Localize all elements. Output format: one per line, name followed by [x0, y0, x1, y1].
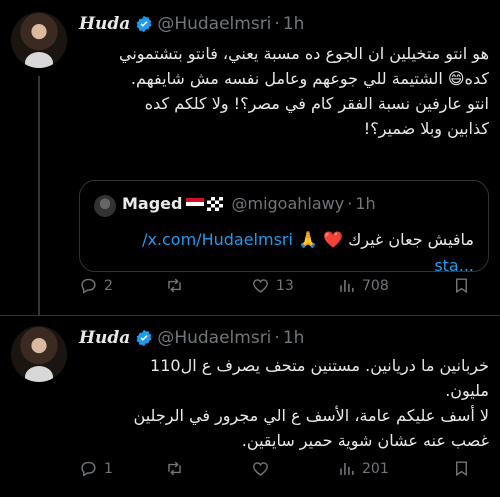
reply-count: 1: [104, 460, 113, 477]
reply-icon: [81, 461, 96, 477]
like-count: 13: [276, 277, 294, 294]
views-icon: [340, 279, 354, 292]
author-handle[interactable]: @Hudaelmsri: [157, 328, 271, 348]
timestamp[interactable]: 1h: [283, 328, 305, 348]
tweet-header: Huda @Hudaelmsri · 1h: [79, 328, 304, 348]
separator-dot: ·: [347, 194, 353, 213]
like-button[interactable]: 13: [251, 276, 337, 295]
text-line: هو انتو متخيلين ان الجوع ده مسبة يعني، ف…: [119, 44, 489, 63]
tweet-text: هو انتو متخيلين ان الجوع ده مسبة يعني، ف…: [79, 41, 489, 141]
timestamp[interactable]: 1h: [283, 14, 305, 34]
views-count: 708: [362, 277, 389, 294]
thread-line: [38, 76, 40, 316]
tweet[interactable]: Huda @Hudaelmsri · 1h خربانين ما دريانين…: [0, 315, 500, 497]
like-icon: [253, 462, 268, 476]
reply-icon: [81, 278, 96, 294]
retweet-icon: [168, 278, 181, 293]
bookmark-icon: [456, 461, 467, 477]
reply-count: 2: [104, 277, 113, 294]
text-line: كده😄 الشتيمة للي جوعهم وعامل نفسه مش شاي…: [130, 69, 489, 88]
avatar[interactable]: [11, 12, 67, 68]
retweet-icon: [168, 461, 181, 476]
quote-author-handle[interactable]: @migoahlawy: [231, 194, 344, 213]
verified-icon: [136, 329, 152, 347]
text-line: كذابين وبلا ضمير؟!: [363, 119, 489, 138]
action-bar: 2 13 708: [79, 276, 489, 295]
views-button[interactable]: 201: [337, 459, 423, 478]
text-line: انتو عارفين نسبة الفقر كام في مصر؟! ولا …: [144, 94, 489, 113]
views-count: 201: [362, 460, 389, 477]
bookmark-button[interactable]: [452, 459, 477, 478]
quoted-tweet[interactable]: Maged @migoahlawy · 1h مافيش جعان غيرك ❤…: [79, 180, 489, 275]
separator-dot: ·: [274, 328, 280, 348]
avatar[interactable]: [11, 326, 67, 382]
quote-emoji: ❤️ 🙏: [298, 230, 343, 249]
reply-button[interactable]: 1: [79, 459, 165, 478]
text-line: مليون.: [445, 381, 489, 400]
quote-timestamp[interactable]: 1h: [355, 194, 375, 213]
quote-text: مافيش جعان غيرك ❤️ 🙏 x.com/Hudaelmsri/ .…: [94, 227, 474, 279]
action-bar: 1 201: [79, 459, 489, 478]
bookmark-button[interactable]: [452, 276, 477, 295]
quote-avatar[interactable]: [94, 195, 116, 217]
author-name[interactable]: Huda: [79, 14, 130, 34]
quote-header: Maged @migoahlawy · 1h: [122, 194, 376, 213]
text-line: غصب عنه عشان شوية حمير سايقين.: [241, 431, 489, 450]
quote-body: مافيش جعان غيرك: [348, 230, 474, 249]
quote-link[interactable]: x.com/Hudaelmsri/: [142, 230, 293, 249]
quote-author-name[interactable]: Maged: [122, 194, 182, 213]
like-icon: [253, 279, 268, 293]
tweet-text: خربانين ما دريانين. مستنين متحف يصرف ع ا…: [79, 353, 489, 453]
views-icon: [340, 462, 354, 475]
text-line: خربانين ما دريانين. مستنين متحف يصرف ع ا…: [150, 356, 489, 375]
retweet-button[interactable]: [165, 459, 251, 478]
quote-link-tail[interactable]: ...sta: [434, 256, 474, 275]
retweet-button[interactable]: [165, 276, 251, 295]
checkered-flag-icon: [207, 196, 224, 211]
tweet-header: Huda @Hudaelmsri · 1h: [79, 14, 304, 34]
author-name[interactable]: Huda: [79, 328, 130, 348]
author-handle[interactable]: @Hudaelmsri: [157, 14, 271, 34]
separator-dot: ·: [274, 14, 280, 34]
bookmark-icon: [456, 278, 467, 294]
verified-icon: [136, 15, 152, 33]
like-button[interactable]: [251, 459, 337, 478]
views-button[interactable]: 708: [337, 276, 423, 295]
reply-button[interactable]: 2: [79, 276, 165, 295]
tweet[interactable]: Huda @Hudaelmsri · 1h هو انتو متخيلين ان…: [0, 0, 500, 316]
text-line: لا أسف عليكم عامة، الأسف ع الي مجرور في …: [133, 406, 489, 425]
egypt-flag-icon: [186, 197, 205, 210]
